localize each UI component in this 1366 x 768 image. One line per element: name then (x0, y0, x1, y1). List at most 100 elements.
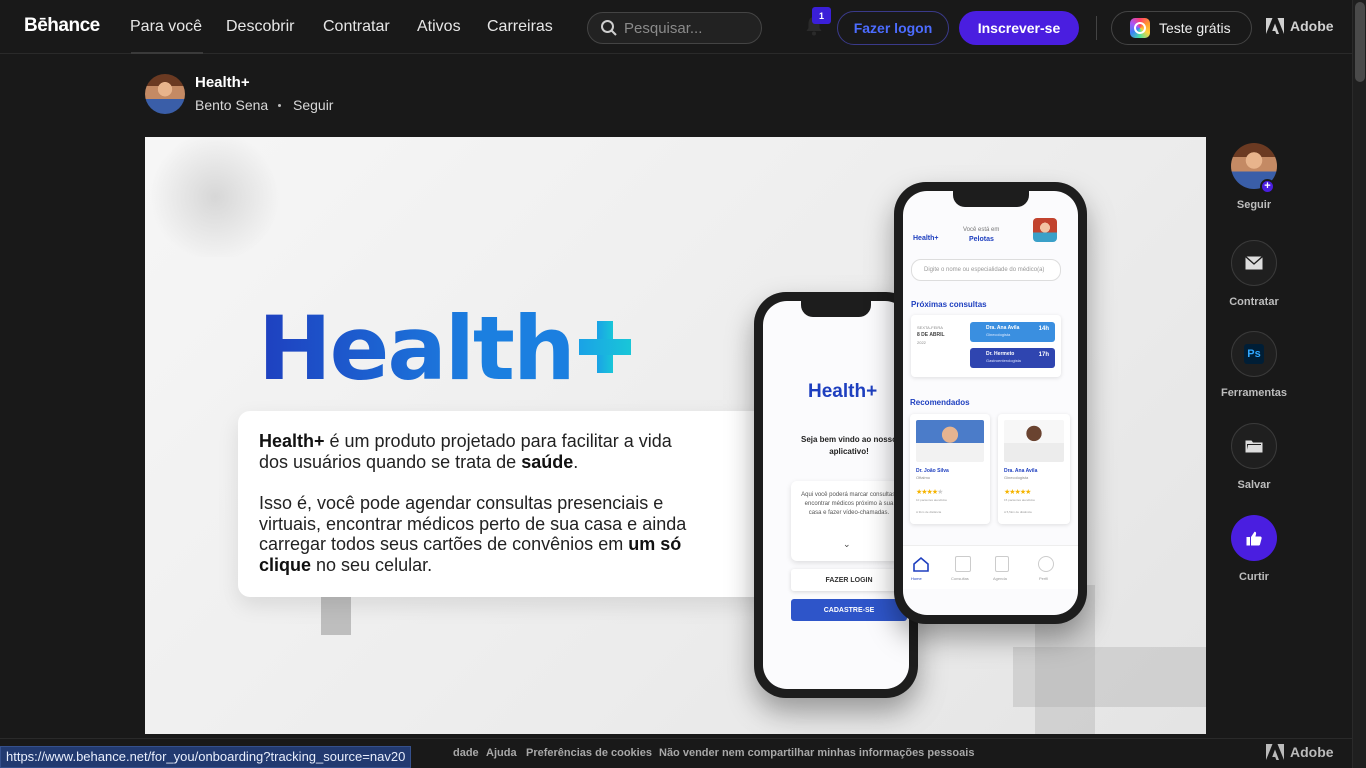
appt-year: 2022 (917, 340, 926, 345)
follow-link[interactable]: Seguir (293, 97, 333, 113)
phone-right-tabbar: Home Consultas Agenda Perfil (903, 545, 1078, 589)
doc2-distance: A 5,5km de distância (1004, 510, 1032, 514)
nav-link-carreiras[interactable]: Carreiras (487, 18, 553, 36)
phone-left-info-card: Aqui você poderá marcar consultas, encon… (791, 481, 907, 561)
doctor-1-photo (916, 420, 984, 462)
phone-notch (952, 191, 1029, 207)
health-plus-icon (579, 321, 631, 373)
blurred-shape (145, 137, 285, 257)
like-button[interactable] (1231, 515, 1277, 561)
follow-plus-icon[interactable]: + (1260, 179, 1275, 194)
tab-home: Home (911, 576, 922, 581)
thumbs-up-icon (1246, 531, 1262, 545)
profile-icon (1038, 556, 1054, 572)
scrollbar-thumb[interactable] (1355, 2, 1365, 82)
save-button[interactable] (1231, 423, 1277, 469)
phone-left-desc: Aqui você poderá marcar consultas, encon… (801, 492, 897, 516)
phone-left-screen: Health+ Seja bem vindo ao nosso aplicati… (763, 301, 909, 689)
footer-link-help[interactable]: Ajuda (486, 747, 517, 759)
appt1-name: Dra. Ana Avila (986, 325, 1020, 331)
doc1-rating-stars: ★★★★★ (916, 489, 943, 496)
status-bar-url: https://www.behance.net/for_you/onboardi… (0, 746, 412, 768)
owner-avatar[interactable] (145, 74, 185, 114)
sidebar-hire[interactable]: Contratar (1206, 240, 1302, 308)
plus-shadow-shape (321, 592, 351, 635)
project-title: Health+ (195, 74, 250, 91)
description-paragraph-2: Isso é, você pode agendar consultas pres… (259, 493, 687, 575)
project-cover-image: Health Health+ é um produto projetado pa… (145, 137, 1206, 734)
separator-dot (278, 104, 281, 107)
phone-right-recommended: Recomendados (910, 398, 970, 407)
doc1-reviews: 10 pacientes atendidos (916, 498, 947, 502)
doctor-card-2: Dra. Ana Avila Ginecologista ★★★★★ 15 pa… (998, 414, 1070, 524)
description-card: Health+ é um produto projetado para faci… (238, 411, 798, 597)
adobe-logo-icon (1266, 18, 1284, 34)
phone-left-welcome: Seja bem vindo ao nosso aplicativo! (800, 435, 898, 456)
nav-link-descobrir[interactable]: Descobrir (226, 18, 294, 36)
appt-date-day: SEXTA-FEIRA (917, 325, 943, 330)
search-box[interactable] (587, 12, 762, 44)
creative-cloud-icon (1130, 18, 1150, 38)
login-button[interactable]: Fazer logon (837, 11, 949, 45)
nav-link-para-voce[interactable]: Para você (130, 18, 202, 36)
hero-title: Health (258, 297, 576, 400)
phone-left-login-button: FAZER LOGIN (791, 569, 907, 591)
mail-icon (1245, 256, 1263, 270)
sidebar-like[interactable]: Curtir (1206, 515, 1302, 583)
doc1-name: Dr. João Silva (916, 468, 949, 474)
notification-badge: 1 (812, 7, 831, 24)
nav-link-ativos[interactable]: Ativos (417, 18, 461, 36)
plus-shadow-shape-large-h (1013, 647, 1206, 707)
doctor-card-1: Dr. João Silva Oftalmo ★★★★★ 10 paciente… (910, 414, 990, 524)
chevron-down-icon: ⌄ (843, 539, 851, 549)
appt-date: 8 DE ABRIL (917, 332, 945, 338)
footer-link-do-not-sell[interactable]: Não vender nem compartilhar minhas infor… (659, 747, 974, 759)
sidebar-save[interactable]: Salvar (1206, 423, 1302, 491)
sidebar-tools[interactable]: Ps Ferramentas (1206, 331, 1302, 399)
sidebar-hire-label: Contratar (1229, 296, 1279, 308)
phone-right-user-avatar (1033, 218, 1057, 242)
scrollbar[interactable] (1352, 0, 1366, 768)
sidebar-like-label: Curtir (1239, 571, 1269, 583)
nav-divider (1096, 16, 1097, 40)
phone-left-signup-button: CADASTRE-SE (791, 599, 907, 621)
phone-right-next-title: Próximas consultas (911, 300, 987, 309)
phone-left-brand: Health+ (808, 381, 878, 402)
sidebar-follow[interactable]: + Seguir (1206, 143, 1302, 211)
appointment-1: Dra. Ana Avila Ginecologista 14h (970, 322, 1055, 342)
tab-perfil: Perfil (1039, 576, 1049, 581)
hire-button[interactable] (1231, 240, 1277, 286)
appt2-time: 17h (1038, 352, 1049, 358)
tab-consultas: Consultas (951, 576, 969, 581)
phone-right-search: Digite o nome ou especialidade do médico… (911, 259, 1061, 281)
adobe-label: Adobe (1290, 18, 1334, 34)
appt2-name: Dr. Hermeto (986, 351, 1015, 357)
doc2-name: Dra. Ana Avila (1004, 468, 1038, 474)
doctor-2-photo (1004, 420, 1064, 462)
appt1-spec: Ginecologista (986, 332, 1011, 337)
search-input[interactable] (624, 19, 754, 37)
calendar-icon (955, 556, 971, 572)
tab-agenda: Agenda (993, 576, 1007, 581)
sidebar-follow-label: Seguir (1236, 199, 1272, 211)
doc2-spec: Ginecologista (1004, 475, 1029, 480)
free-trial-button[interactable]: Teste grátis (1111, 11, 1252, 45)
tools-button[interactable]: Ps (1231, 331, 1277, 377)
nav-link-contratar[interactable]: Contratar (323, 18, 390, 36)
phone-right-brand: Health+ (913, 235, 939, 242)
adobe-link[interactable]: Adobe (1266, 18, 1334, 34)
signup-button[interactable]: Inscrever-se (959, 11, 1079, 45)
folder-icon (1245, 440, 1263, 453)
footer-link-cookies[interactable]: Preferências de cookies (526, 747, 652, 759)
agenda-icon (995, 556, 1009, 572)
phone-right-location-label: Você está em (963, 227, 1000, 233)
owner-name[interactable]: Bento Sena (195, 97, 268, 113)
doc2-rating-stars: ★★★★★ (1004, 489, 1031, 496)
footer-link-privacy[interactable]: dade (453, 747, 479, 759)
appt2-spec: Gastroenterologista (986, 358, 1021, 363)
doc1-spec: Oftalmo (916, 475, 931, 480)
footer-adobe-link[interactable]: Adobe (1266, 744, 1334, 760)
photoshop-icon: Ps (1244, 344, 1264, 364)
search-icon (601, 20, 617, 36)
behance-logo[interactable]: Bēhance (24, 15, 100, 37)
